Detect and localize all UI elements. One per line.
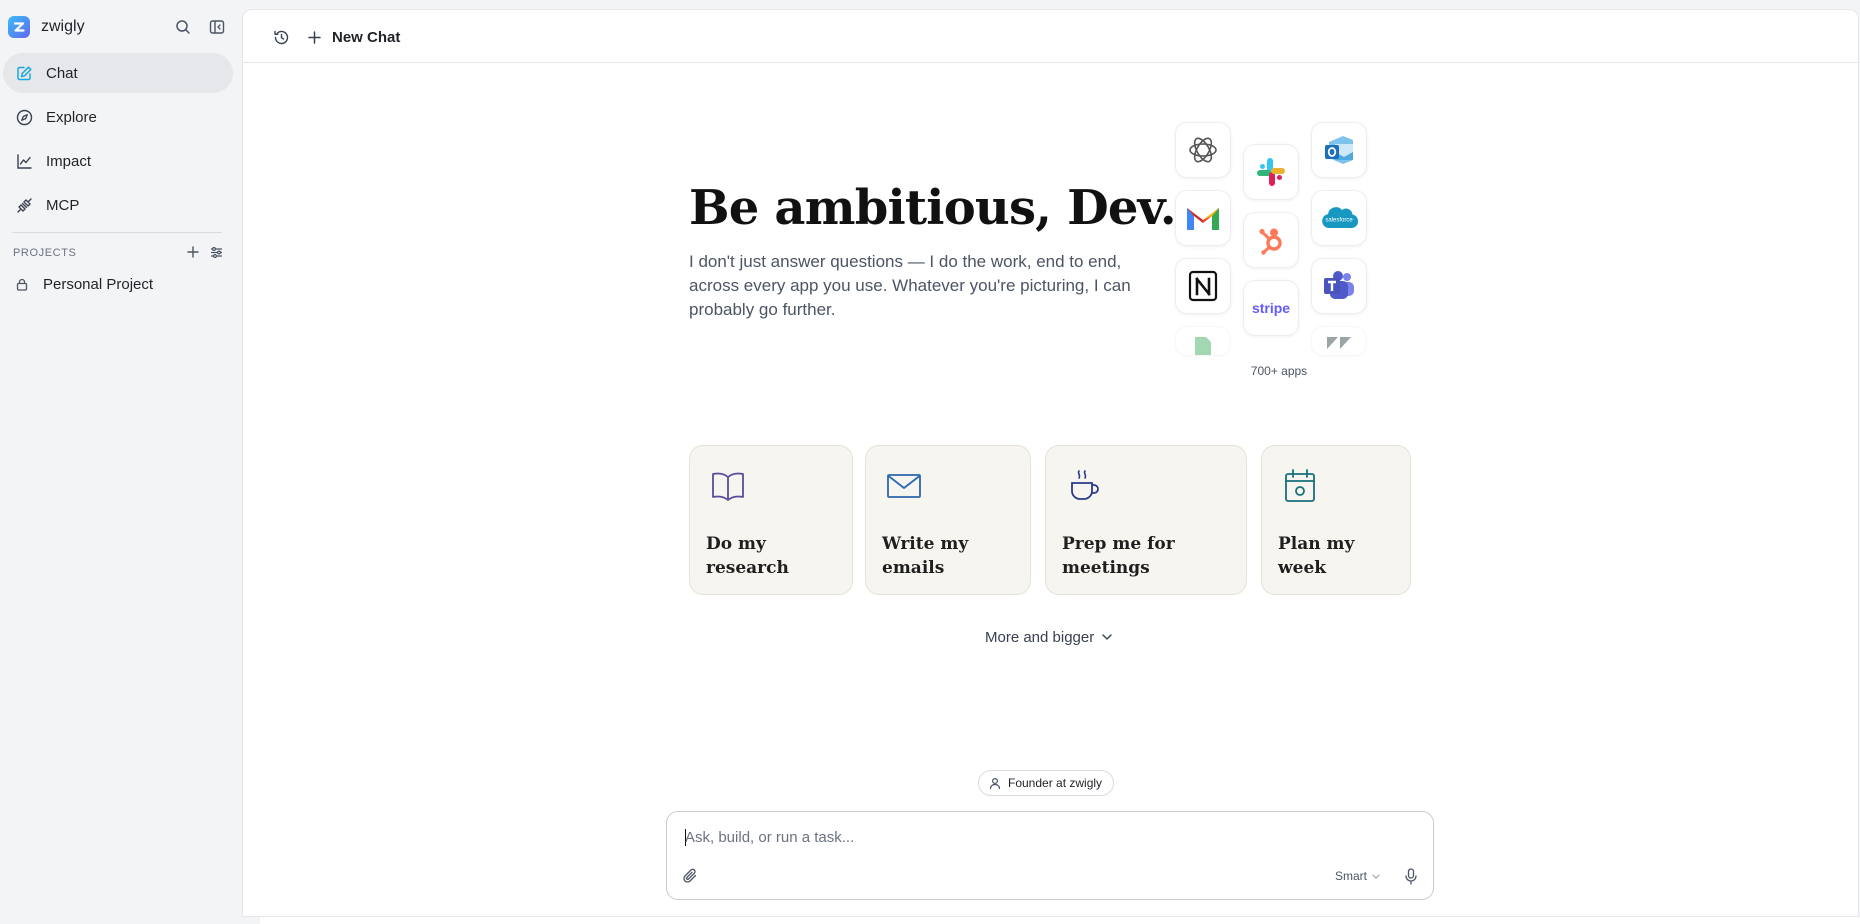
projects-title: PROJECTS — [13, 247, 77, 259]
microphone-icon[interactable] — [1402, 867, 1420, 885]
card-label: Write my emails — [882, 532, 1032, 580]
sidebar-item-mcp[interactable]: MCP — [3, 185, 233, 225]
card-research[interactable]: Do my research — [689, 445, 853, 595]
card-label-line2: emails — [882, 558, 945, 578]
sidebar-item-label: MCP — [46, 196, 80, 214]
main-panel: New Chat Be ambitious, Dev. I don't just… — [242, 9, 1859, 917]
composer: Smart — [666, 811, 1434, 900]
sidebar-divider — [12, 232, 222, 233]
role-pill[interactable]: Founder at zwigly — [978, 770, 1115, 796]
hubspot-icon — [1243, 212, 1299, 268]
brand[interactable]: zwigly — [8, 15, 85, 39]
sidebar-nav: Chat Explore Impact MCP — [0, 53, 242, 229]
card-label-line2: week — [1278, 558, 1327, 578]
search-icon[interactable] — [173, 17, 193, 37]
card-label-line1: Plan my — [1278, 534, 1355, 554]
card-label: Plan my week — [1278, 532, 1428, 580]
history-icon[interactable] — [271, 27, 291, 47]
hero-subtitle: I don't just answer questions — I do the… — [689, 252, 1131, 319]
coffee-icon — [1066, 468, 1102, 504]
plug-icon — [15, 196, 33, 214]
sidebar-item-explore[interactable]: Explore — [3, 97, 233, 137]
new-chat-label: New Chat — [332, 28, 401, 46]
card-label-line2: meetings — [1062, 558, 1150, 578]
sidebar-item-label: Impact — [46, 152, 92, 170]
card-meetings[interactable]: Prep me for meetings — [1045, 445, 1247, 595]
calendar-icon — [1282, 468, 1318, 504]
card-label-line1: Do my — [706, 534, 766, 554]
card-label: Prep me for meetings — [1062, 532, 1212, 580]
card-week[interactable]: Plan my week — [1261, 445, 1411, 595]
project-item-label: Personal Project — [43, 275, 154, 293]
sidebar-item-chat[interactable]: Chat — [3, 53, 233, 93]
sidebar: zwigly Chat Explore Impact MCP PROJECTS … — [0, 0, 242, 924]
paperclip-icon[interactable] — [681, 867, 699, 885]
more-and-bigger-button[interactable]: More and bigger — [985, 627, 1113, 647]
role-label: Founder at zwigly — [1008, 776, 1103, 790]
bottom-strip — [260, 917, 1860, 924]
more-label: More and bigger — [985, 628, 1095, 646]
mail-icon — [886, 468, 922, 504]
stripe-icon: stripe — [1243, 280, 1299, 336]
lock-icon — [15, 277, 29, 291]
card-label-line2: research — [706, 558, 789, 578]
chart-line-icon — [15, 152, 33, 170]
projects-header: PROJECTS — [13, 246, 225, 260]
card-label: Do my research — [706, 532, 856, 580]
sheets-icon — [1175, 326, 1231, 356]
project-item-personal[interactable]: Personal Project — [15, 275, 153, 293]
hero-title: Be ambitious, Dev. — [689, 180, 1177, 236]
new-chat-button[interactable]: New Chat — [306, 26, 400, 48]
compass-icon — [15, 108, 33, 126]
book-icon — [710, 468, 746, 504]
chevron-down-icon — [1371, 872, 1380, 881]
top-bar: New Chat — [243, 10, 1858, 63]
openai-icon — [1175, 122, 1231, 178]
salesforce-icon: salesforce — [1311, 190, 1367, 246]
brand-name: zwigly — [41, 18, 85, 35]
sidebar-item-label: Explore — [46, 108, 97, 126]
filter-projects-icon[interactable] — [208, 244, 224, 260]
edit-icon — [15, 64, 33, 82]
slack-icon — [1243, 144, 1299, 200]
apps-caption: 700+ apps — [1250, 364, 1308, 378]
app-icon-grid: stripe salesforce — [1175, 122, 1399, 372]
stripe-wordmark: stripe — [1251, 300, 1291, 316]
gmail-icon — [1175, 190, 1231, 246]
notion-icon — [1175, 258, 1231, 314]
outlook-icon — [1311, 122, 1367, 178]
add-project-icon[interactable] — [185, 244, 201, 260]
zwigly-logo-icon — [8, 16, 30, 38]
sidebar-item-label: Chat — [46, 64, 78, 82]
card-label-line1: Write my — [882, 534, 969, 554]
card-emails[interactable]: Write my emails — [865, 445, 1031, 595]
model-label: Smart — [1335, 869, 1368, 883]
model-select[interactable]: Smart — [1335, 868, 1380, 884]
plus-icon — [306, 29, 322, 45]
card-label-line1: Prep me for — [1062, 534, 1175, 554]
prompt-input[interactable] — [685, 826, 1385, 848]
chevron-down-icon — [1101, 631, 1113, 643]
collapse-sidebar-icon[interactable] — [207, 17, 227, 37]
text-caret — [685, 829, 686, 846]
user-icon — [989, 777, 1001, 789]
zendesk-icon — [1311, 326, 1367, 356]
salesforce-wordmark: salesforce — [1325, 218, 1353, 224]
teams-icon — [1311, 258, 1367, 314]
sidebar-item-impact[interactable]: Impact — [3, 141, 233, 181]
